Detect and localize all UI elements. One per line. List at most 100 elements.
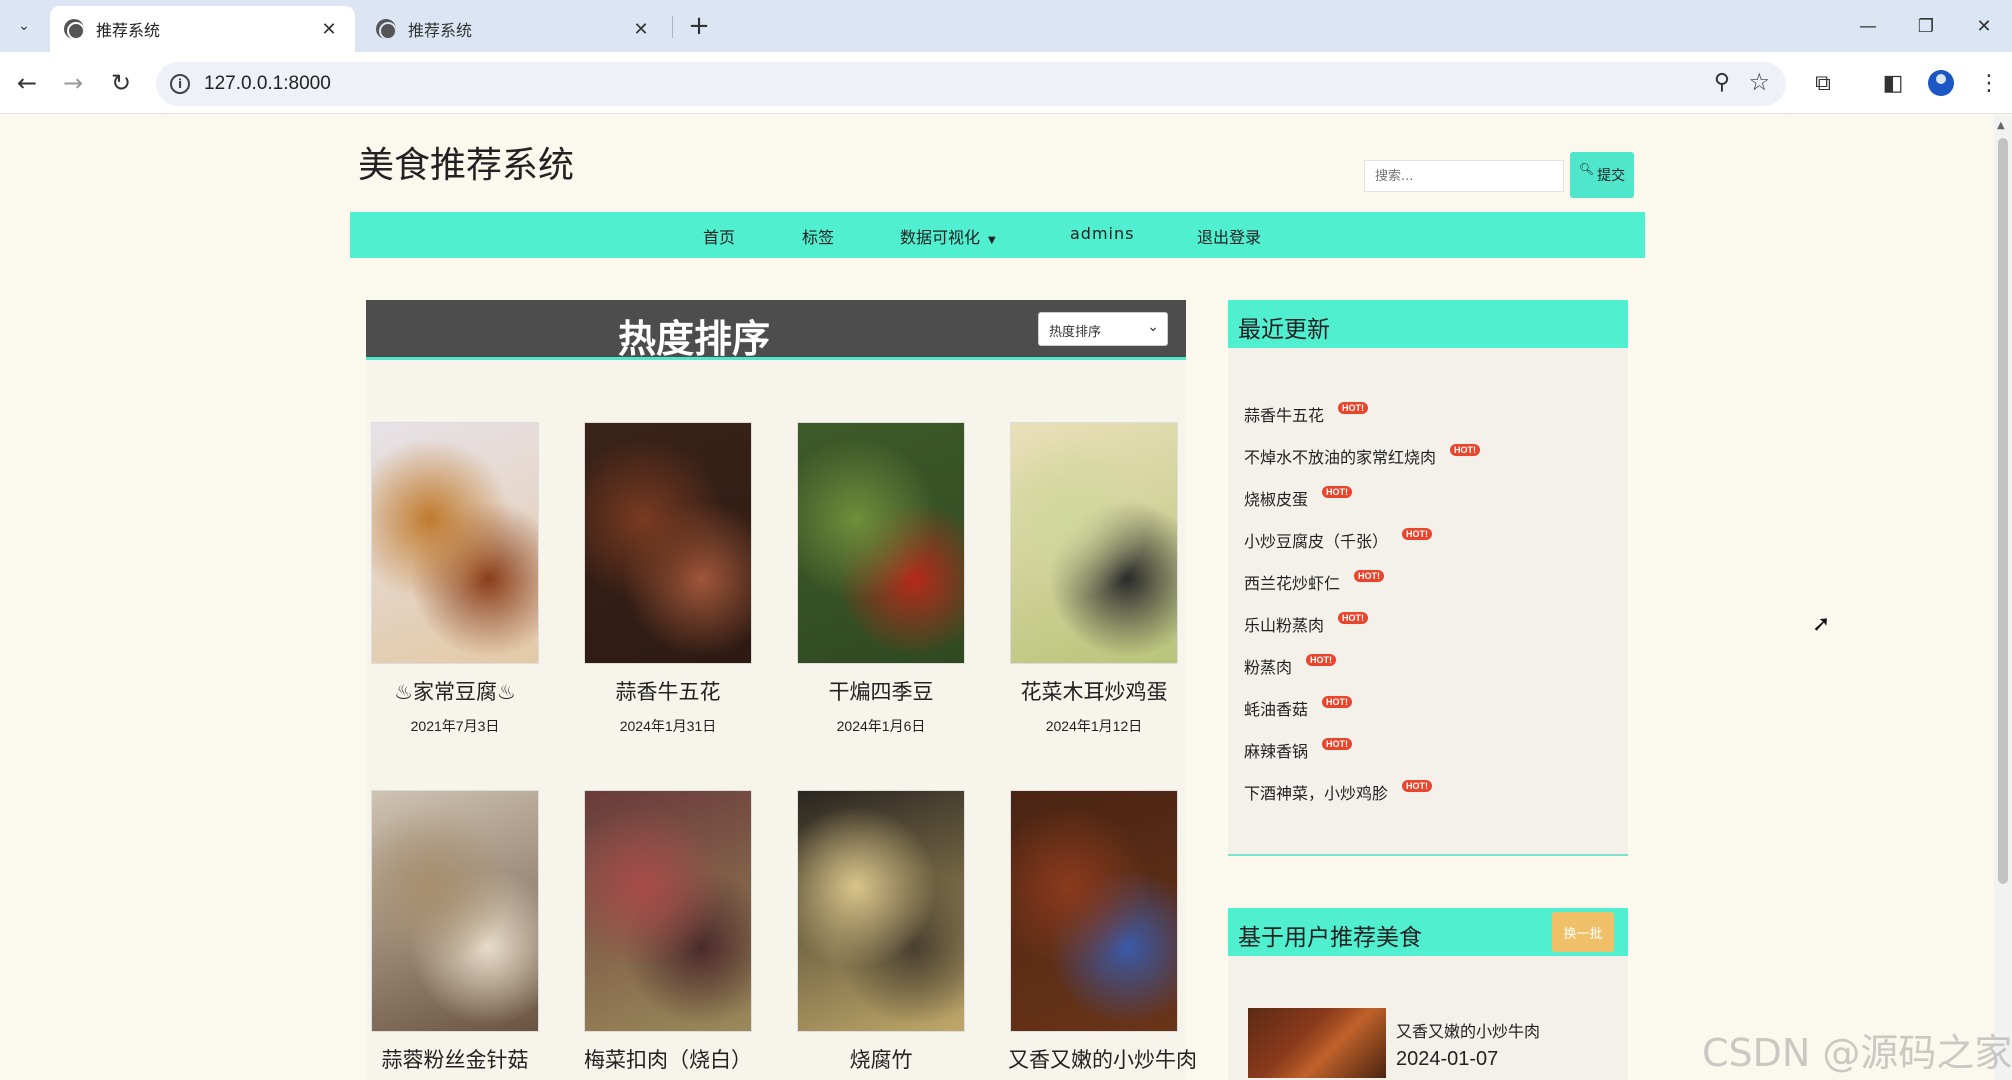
address-bar[interactable]: i 127.0.0.1:8000 ⚲ ☆ xyxy=(156,62,1786,106)
watermark: CSDN @源码之家 xyxy=(1702,1031,2012,1075)
nav-tags[interactable]: 标签 xyxy=(802,224,834,248)
recent-item-label[interactable]: 西兰花炒虾仁 xyxy=(1244,574,1340,593)
user-recommend-panel: 基于用户推荐美食 换一批 又香又嫩的小炒牛肉 2024-01-07 xyxy=(1228,908,1628,1080)
close-icon[interactable]: ✕ xyxy=(317,19,341,40)
recent-item-label[interactable]: 小炒豆腐皮（千张） xyxy=(1244,532,1388,551)
bookmark-star-icon[interactable]: ☆ xyxy=(1748,68,1770,96)
window-close-icon[interactable]: ✕ xyxy=(1962,8,2006,44)
main-nav: 首页 标签 数据可视化 ▼ admins 退出登录 xyxy=(350,212,1645,258)
globe-icon xyxy=(64,19,84,39)
scroll-up-icon[interactable]: ▲ xyxy=(1997,120,2005,131)
sort-select[interactable]: 热度排序 ⌄ xyxy=(1038,312,1168,346)
refresh-batch-button[interactable]: 换一批 xyxy=(1552,912,1614,952)
browser-tab-active[interactable]: 推荐系统 ✕ xyxy=(50,6,355,52)
site-info-icon[interactable]: i xyxy=(170,74,190,94)
food-name[interactable]: 蒜蓉粉丝金针菇 xyxy=(369,1044,541,1074)
reload-icon[interactable]: ↻ xyxy=(104,66,138,100)
food-card[interactable]: ♨家常豆腐♨ 2021年7月3日 xyxy=(369,422,541,736)
recent-item[interactable]: 粉蒸肉 HOT! xyxy=(1244,654,1337,678)
restore-icon[interactable]: ❐ xyxy=(1904,8,1948,44)
recent-item-label[interactable]: 麻辣香锅 xyxy=(1244,742,1308,761)
food-card[interactable]: 蒜香牛五花 2024年1月31日 xyxy=(582,422,754,736)
food-image[interactable] xyxy=(584,422,752,664)
globe-icon xyxy=(376,19,396,39)
recent-item-label[interactable]: 不焯水不放油的家常红烧肉 xyxy=(1244,448,1436,467)
hot-badge: HOT! xyxy=(1402,780,1433,792)
food-date: 2024年1月6日 xyxy=(836,718,926,734)
recent-item-label[interactable]: 蚝油香菇 xyxy=(1244,700,1308,719)
food-date: 2021年7月3日 xyxy=(410,718,500,734)
minimize-icon[interactable]: — xyxy=(1846,8,1890,44)
recommend-food-image[interactable] xyxy=(1248,1008,1386,1078)
food-card[interactable]: 烧腐竹 xyxy=(795,790,967,1074)
recent-item[interactable]: 烧椒皮蛋 HOT! xyxy=(1244,486,1353,510)
nav-data-visualization[interactable]: 数据可视化 ▼ xyxy=(900,224,996,248)
recent-item-label[interactable]: 乐山粉蒸肉 xyxy=(1244,616,1324,635)
recent-item[interactable]: 乐山粉蒸肉 HOT! xyxy=(1244,612,1369,636)
recent-item[interactable]: 西兰花炒虾仁 HOT! xyxy=(1244,570,1385,594)
food-card[interactable]: 又香又嫩的小炒牛肉 xyxy=(1008,790,1197,1074)
recent-item-label[interactable]: 下酒神菜，小炒鸡胗 xyxy=(1244,784,1388,803)
close-icon[interactable]: ✕ xyxy=(629,19,653,40)
recommend-food-date: 2024-01-07 xyxy=(1396,1048,1499,1070)
extensions-icon[interactable]: ⧉ xyxy=(1808,68,1838,98)
nav-data-visualization-label: 数据可视化 xyxy=(900,228,981,247)
side-panel-icon[interactable]: ◧ xyxy=(1878,68,1908,98)
back-icon[interactable]: ← xyxy=(10,66,44,100)
search-icon: 🔍︎ xyxy=(1578,162,1595,176)
food-name[interactable]: 又香又嫩的小炒牛肉 xyxy=(1008,1044,1197,1074)
tab-search-icon[interactable]: ⌄ xyxy=(10,12,38,40)
recent-item-label[interactable]: 烧椒皮蛋 xyxy=(1244,490,1308,509)
user-recommend-header: 基于用户推荐美食 换一批 xyxy=(1228,908,1628,956)
sort-select-value: 热度排序 xyxy=(1049,325,1102,340)
food-image[interactable] xyxy=(1010,790,1178,1032)
food-card[interactable]: 干煸四季豆 2024年1月6日 xyxy=(795,422,967,736)
recent-item-label[interactable]: 粉蒸肉 xyxy=(1244,658,1292,677)
zoom-icon[interactable]: ⚲ xyxy=(1714,70,1730,95)
recent-updates-panel: 最近更新 蒜香牛五花 HOT! 不焯水不放油的家常红烧肉 HOT! 烧椒皮蛋 HOT!… xyxy=(1228,300,1628,856)
recent-item[interactable]: 不焯水不放油的家常红烧肉 HOT! xyxy=(1244,444,1481,468)
food-name[interactable]: 烧腐竹 xyxy=(795,1044,967,1074)
food-image[interactable] xyxy=(797,422,965,664)
food-name[interactable]: ♨家常豆腐♨ xyxy=(369,676,541,706)
food-date: 2024年1月31日 xyxy=(619,718,717,734)
browser-toolbar: ← → ↻ i 127.0.0.1:8000 ⚲ ☆ ⧉ ◧ ⋮ xyxy=(0,52,2012,114)
search-input[interactable] xyxy=(1364,160,1564,192)
recent-item-label[interactable]: 蒜香牛五花 xyxy=(1244,406,1324,425)
recent-item[interactable]: 蚝油香菇 HOT! xyxy=(1244,696,1353,720)
food-card[interactable]: 梅菜扣肉（烧白） xyxy=(582,790,754,1074)
profile-avatar-icon[interactable] xyxy=(1928,70,1954,96)
more-menu-icon[interactable]: ⋮ xyxy=(1974,68,2004,98)
page-scrollbar[interactable]: ▲ xyxy=(1994,116,2012,1080)
food-card[interactable]: 花菜木耳炒鸡蛋 2024年1月12日 xyxy=(1008,422,1180,736)
recent-item[interactable]: 下酒神菜，小炒鸡胗 HOT! xyxy=(1244,780,1433,804)
scrollbar-thumb[interactable] xyxy=(1998,138,2008,884)
food-name[interactable]: 蒜香牛五花 xyxy=(582,676,754,706)
food-name[interactable]: 干煸四季豆 xyxy=(795,676,967,706)
recent-item[interactable]: 麻辣香锅 HOT! xyxy=(1244,738,1353,762)
food-image[interactable] xyxy=(371,790,539,1032)
food-image[interactable] xyxy=(584,790,752,1032)
tab-title: 推荐系统 xyxy=(96,21,161,40)
food-name[interactable]: 梅菜扣肉（烧白） xyxy=(582,1044,754,1074)
caret-down-icon: ▼ xyxy=(988,235,996,246)
nav-admins[interactable]: admins xyxy=(1070,224,1134,243)
recent-item[interactable]: 蒜香牛五花 HOT! xyxy=(1244,402,1369,426)
recent-updates-title: 最近更新 xyxy=(1238,317,1330,343)
search-submit-button[interactable]: 🔍︎ 提交 xyxy=(1570,152,1634,198)
nav-home[interactable]: 首页 xyxy=(703,224,735,248)
forward-icon[interactable]: → xyxy=(56,66,90,100)
hot-badge: HOT! xyxy=(1322,738,1353,750)
recommend-food-name[interactable]: 又香又嫩的小炒牛肉 xyxy=(1396,1018,1540,1042)
url-text: 127.0.0.1:8000 xyxy=(204,73,331,94)
food-image[interactable] xyxy=(371,422,539,664)
recent-item[interactable]: 小炒豆腐皮（千张） HOT! xyxy=(1244,528,1433,552)
food-image[interactable] xyxy=(1010,422,1178,664)
browser-tab-inactive[interactable]: 推荐系统 ✕ xyxy=(362,6,667,52)
food-image[interactable] xyxy=(797,790,965,1032)
recent-updates-header: 最近更新 xyxy=(1228,300,1628,348)
new-tab-icon[interactable]: + xyxy=(684,10,714,42)
food-name[interactable]: 花菜木耳炒鸡蛋 xyxy=(1008,676,1180,706)
food-card[interactable]: 蒜蓉粉丝金针菇 xyxy=(369,790,541,1074)
nav-logout[interactable]: 退出登录 xyxy=(1197,224,1261,248)
